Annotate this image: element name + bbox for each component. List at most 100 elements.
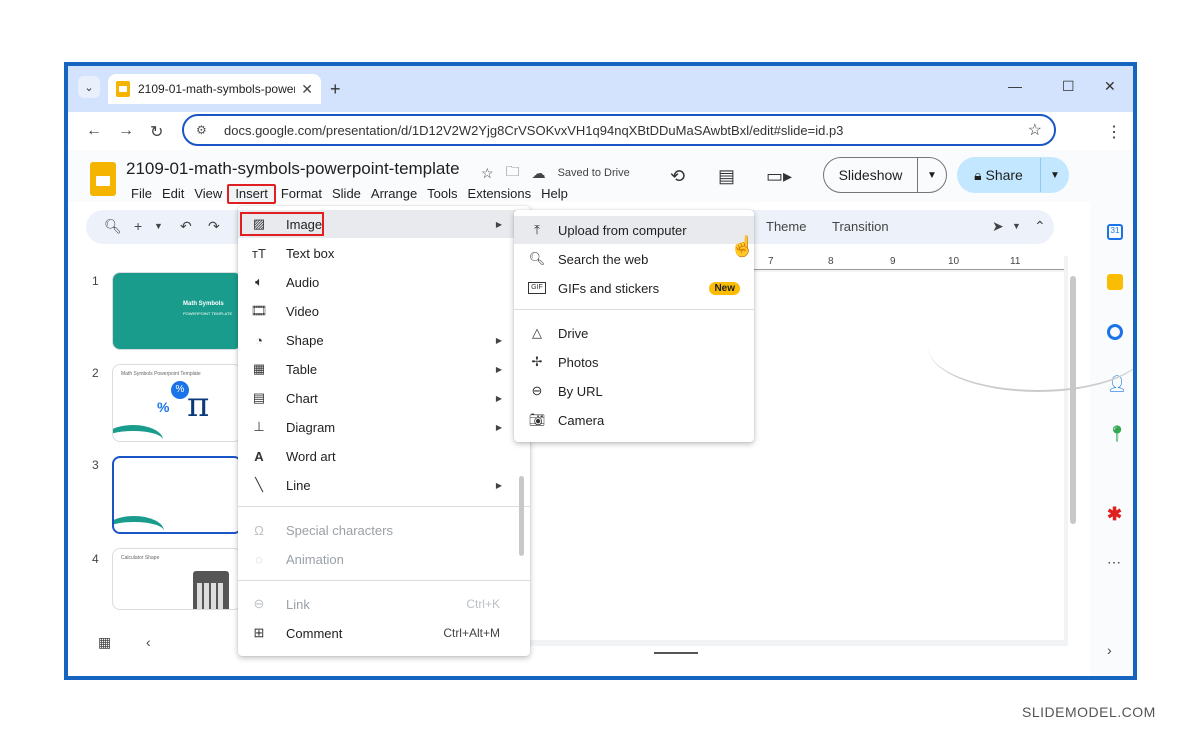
- link-icon: ⊖: [253, 596, 265, 611]
- hand-cursor-icon: ☝: [730, 236, 755, 258]
- canvas-scrollbar[interactable]: [1070, 276, 1076, 524]
- new-slide-dropdown-icon[interactable]: ▼: [154, 221, 163, 231]
- search-the-web-item[interactable]: 🔍︎ Search the web: [514, 245, 754, 273]
- maximize-icon[interactable]: ☐: [1062, 78, 1075, 95]
- by-url-item[interactable]: ⊖ By URL: [514, 377, 754, 405]
- minimize-icon[interactable]: —: [1008, 78, 1022, 94]
- insert-audio-item[interactable]: 🔈︎ Audio: [238, 268, 530, 296]
- forward-arrow-icon[interactable]: →: [118, 122, 134, 140]
- slide-thumbnail-2[interactable]: Math Symbols Powerpoint Template % % π: [112, 364, 242, 442]
- select-dropdown-icon[interactable]: ▼: [1012, 221, 1021, 231]
- resize-handle[interactable]: [654, 652, 698, 654]
- collapse-toolbar-icon[interactable]: ⌃: [1034, 218, 1046, 235]
- keep-icon[interactable]: [1107, 274, 1123, 290]
- select-pointer-icon[interactable]: ➤: [992, 218, 1004, 235]
- menu-extensions[interactable]: Extensions: [463, 184, 537, 204]
- photos-item[interactable]: ✢ Photos: [514, 348, 754, 376]
- menu-format[interactable]: Format: [276, 184, 327, 204]
- calendar-icon[interactable]: 31: [1107, 224, 1123, 240]
- search-icon: 🔍︎: [528, 251, 546, 266]
- grid-view-icon[interactable]: ▦: [98, 634, 111, 651]
- comments-icon[interactable]: ▤: [718, 166, 735, 187]
- url-input[interactable]: ⚙ docs.google.com/presentation/d/1D12V2W…: [182, 114, 1056, 146]
- image-submenu: ⤒ Upload from computer 🔍︎ Search the web…: [514, 210, 754, 442]
- tab-search-button[interactable]: ⌄: [78, 76, 100, 98]
- slideshow-label[interactable]: Slideshow: [824, 158, 918, 192]
- bookmark-star-icon[interactable]: ☆: [1028, 120, 1042, 140]
- slide-thumbnail-1[interactable]: Math Symbols POWERPOINT TEMPLATE: [112, 272, 242, 350]
- insert-chart-item[interactable]: ▤ Chart ▶: [238, 384, 530, 412]
- insert-diagram-item[interactable]: ⊥ Diagram ▶: [238, 413, 530, 441]
- browser-tab[interactable]: 2109-01-math-symbols-powerp ✕: [108, 74, 321, 104]
- transition-button[interactable]: Transition: [832, 219, 889, 234]
- share-button[interactable]: 🔒︎ Share ▼: [957, 157, 1069, 193]
- search-menus-icon[interactable]: 🔍︎: [104, 218, 122, 235]
- new-slide-icon[interactable]: +: [134, 218, 142, 234]
- close-icon[interactable]: ✕: [301, 81, 313, 98]
- submenu-arrow-icon: ▶: [495, 219, 502, 229]
- undo-icon[interactable]: ↶: [180, 218, 192, 235]
- asterisk-addon-icon[interactable]: ✱: [1107, 504, 1123, 524]
- site-info-icon[interactable]: ⚙: [196, 123, 212, 137]
- share-dropdown-icon[interactable]: ▼: [1041, 170, 1069, 181]
- menu-label: Photos: [558, 354, 599, 370]
- maps-icon[interactable]: 📍︎: [1107, 424, 1127, 443]
- insert-shape-item[interactable]: ◔ Shape ▶: [238, 326, 530, 354]
- doc-title[interactable]: 2109-01-math-symbols-powerpoint-template: [126, 159, 460, 179]
- reload-icon[interactable]: ↻: [150, 122, 163, 142]
- menu-edit[interactable]: Edit: [157, 184, 189, 204]
- star-icon[interactable]: ☆: [481, 165, 494, 182]
- thumb-title: Math Symbols: [183, 301, 224, 307]
- more-vert-icon[interactable]: ⋮: [1106, 122, 1122, 142]
- back-arrow-icon[interactable]: ←: [86, 122, 102, 140]
- menu-label: Video: [286, 303, 320, 319]
- gifs-and-stickers-item[interactable]: GIF GIFs and stickers New: [514, 274, 754, 302]
- insert-line-item[interactable]: ╲ Line ▶: [238, 471, 530, 499]
- upload-from-computer-item[interactable]: ⤒ Upload from computer: [514, 216, 754, 244]
- slides-logo-icon[interactable]: [90, 162, 116, 196]
- menu-arrange[interactable]: Arrange: [366, 184, 422, 204]
- share-label[interactable]: 🔒︎ Share: [957, 158, 1041, 192]
- menu-insert[interactable]: Insert: [227, 184, 276, 204]
- thumb-title: Calculator Shape: [121, 555, 160, 561]
- thumb-percent: %: [157, 399, 170, 415]
- drive-item[interactable]: △ Drive: [514, 319, 754, 347]
- add-comment-icon: ⊞: [253, 625, 265, 640]
- theme-button[interactable]: Theme: [766, 219, 806, 234]
- browser-window: ⌄ 2109-01-math-symbols-powerp ✕ + — ☐ ✕ …: [64, 62, 1137, 680]
- insert-image-item[interactable]: ▨ Image ▶: [238, 210, 530, 238]
- horizontal-ruler: 7 8 9 10 11: [748, 256, 1064, 270]
- ruler-label: 10: [948, 256, 960, 267]
- new-tab-button[interactable]: +: [330, 79, 341, 100]
- slide-thumbnail-3[interactable]: [112, 456, 242, 534]
- insert-word-art-item[interactable]: A Word art: [238, 442, 530, 470]
- menu-help[interactable]: Help: [536, 184, 573, 204]
- insert-comment-item[interactable]: ⊞ Comment Ctrl+Alt+M: [238, 619, 530, 647]
- thumb-pi: π: [187, 385, 210, 425]
- menu-scrollbar[interactable]: [519, 476, 524, 556]
- slide-thumbnail-4[interactable]: Calculator Shape: [112, 548, 242, 610]
- camera-item[interactable]: 📷︎ Camera: [514, 406, 754, 434]
- slideshow-button[interactable]: Slideshow ▼: [823, 157, 947, 193]
- move-folder-icon[interactable]: 🗀: [506, 161, 520, 185]
- collapse-filmstrip-icon[interactable]: ‹: [146, 634, 151, 650]
- submenu-arrow-icon: ▶: [495, 422, 502, 432]
- insert-video-item[interactable]: 🎞︎ Video: [238, 297, 530, 325]
- meet-camera-icon[interactable]: ▭▸: [766, 166, 792, 187]
- drive-icon: △: [532, 325, 542, 340]
- close-window-icon[interactable]: ✕: [1104, 78, 1116, 95]
- photos-pinwheel-icon: ✢: [531, 354, 543, 369]
- slideshow-dropdown-icon[interactable]: ▼: [918, 170, 946, 181]
- menu-tools[interactable]: Tools: [422, 184, 462, 204]
- menu-file[interactable]: File: [126, 184, 157, 204]
- more-horiz-icon[interactable]: ⋯: [1107, 554, 1123, 570]
- insert-table-item[interactable]: ▦ Table ▶: [238, 355, 530, 383]
- menu-view[interactable]: View: [189, 184, 227, 204]
- menu-slide[interactable]: Slide: [327, 184, 366, 204]
- history-icon[interactable]: ⟲: [670, 166, 685, 187]
- menu-label: Special characters: [286, 522, 393, 538]
- redo-icon[interactable]: ↷: [208, 218, 220, 235]
- insert-text-box-item[interactable]: тT Text box: [238, 239, 530, 267]
- doc-header: 2109-01-math-symbols-powerpoint-template…: [68, 150, 1133, 204]
- chevron-right-icon[interactable]: ›: [1107, 642, 1123, 658]
